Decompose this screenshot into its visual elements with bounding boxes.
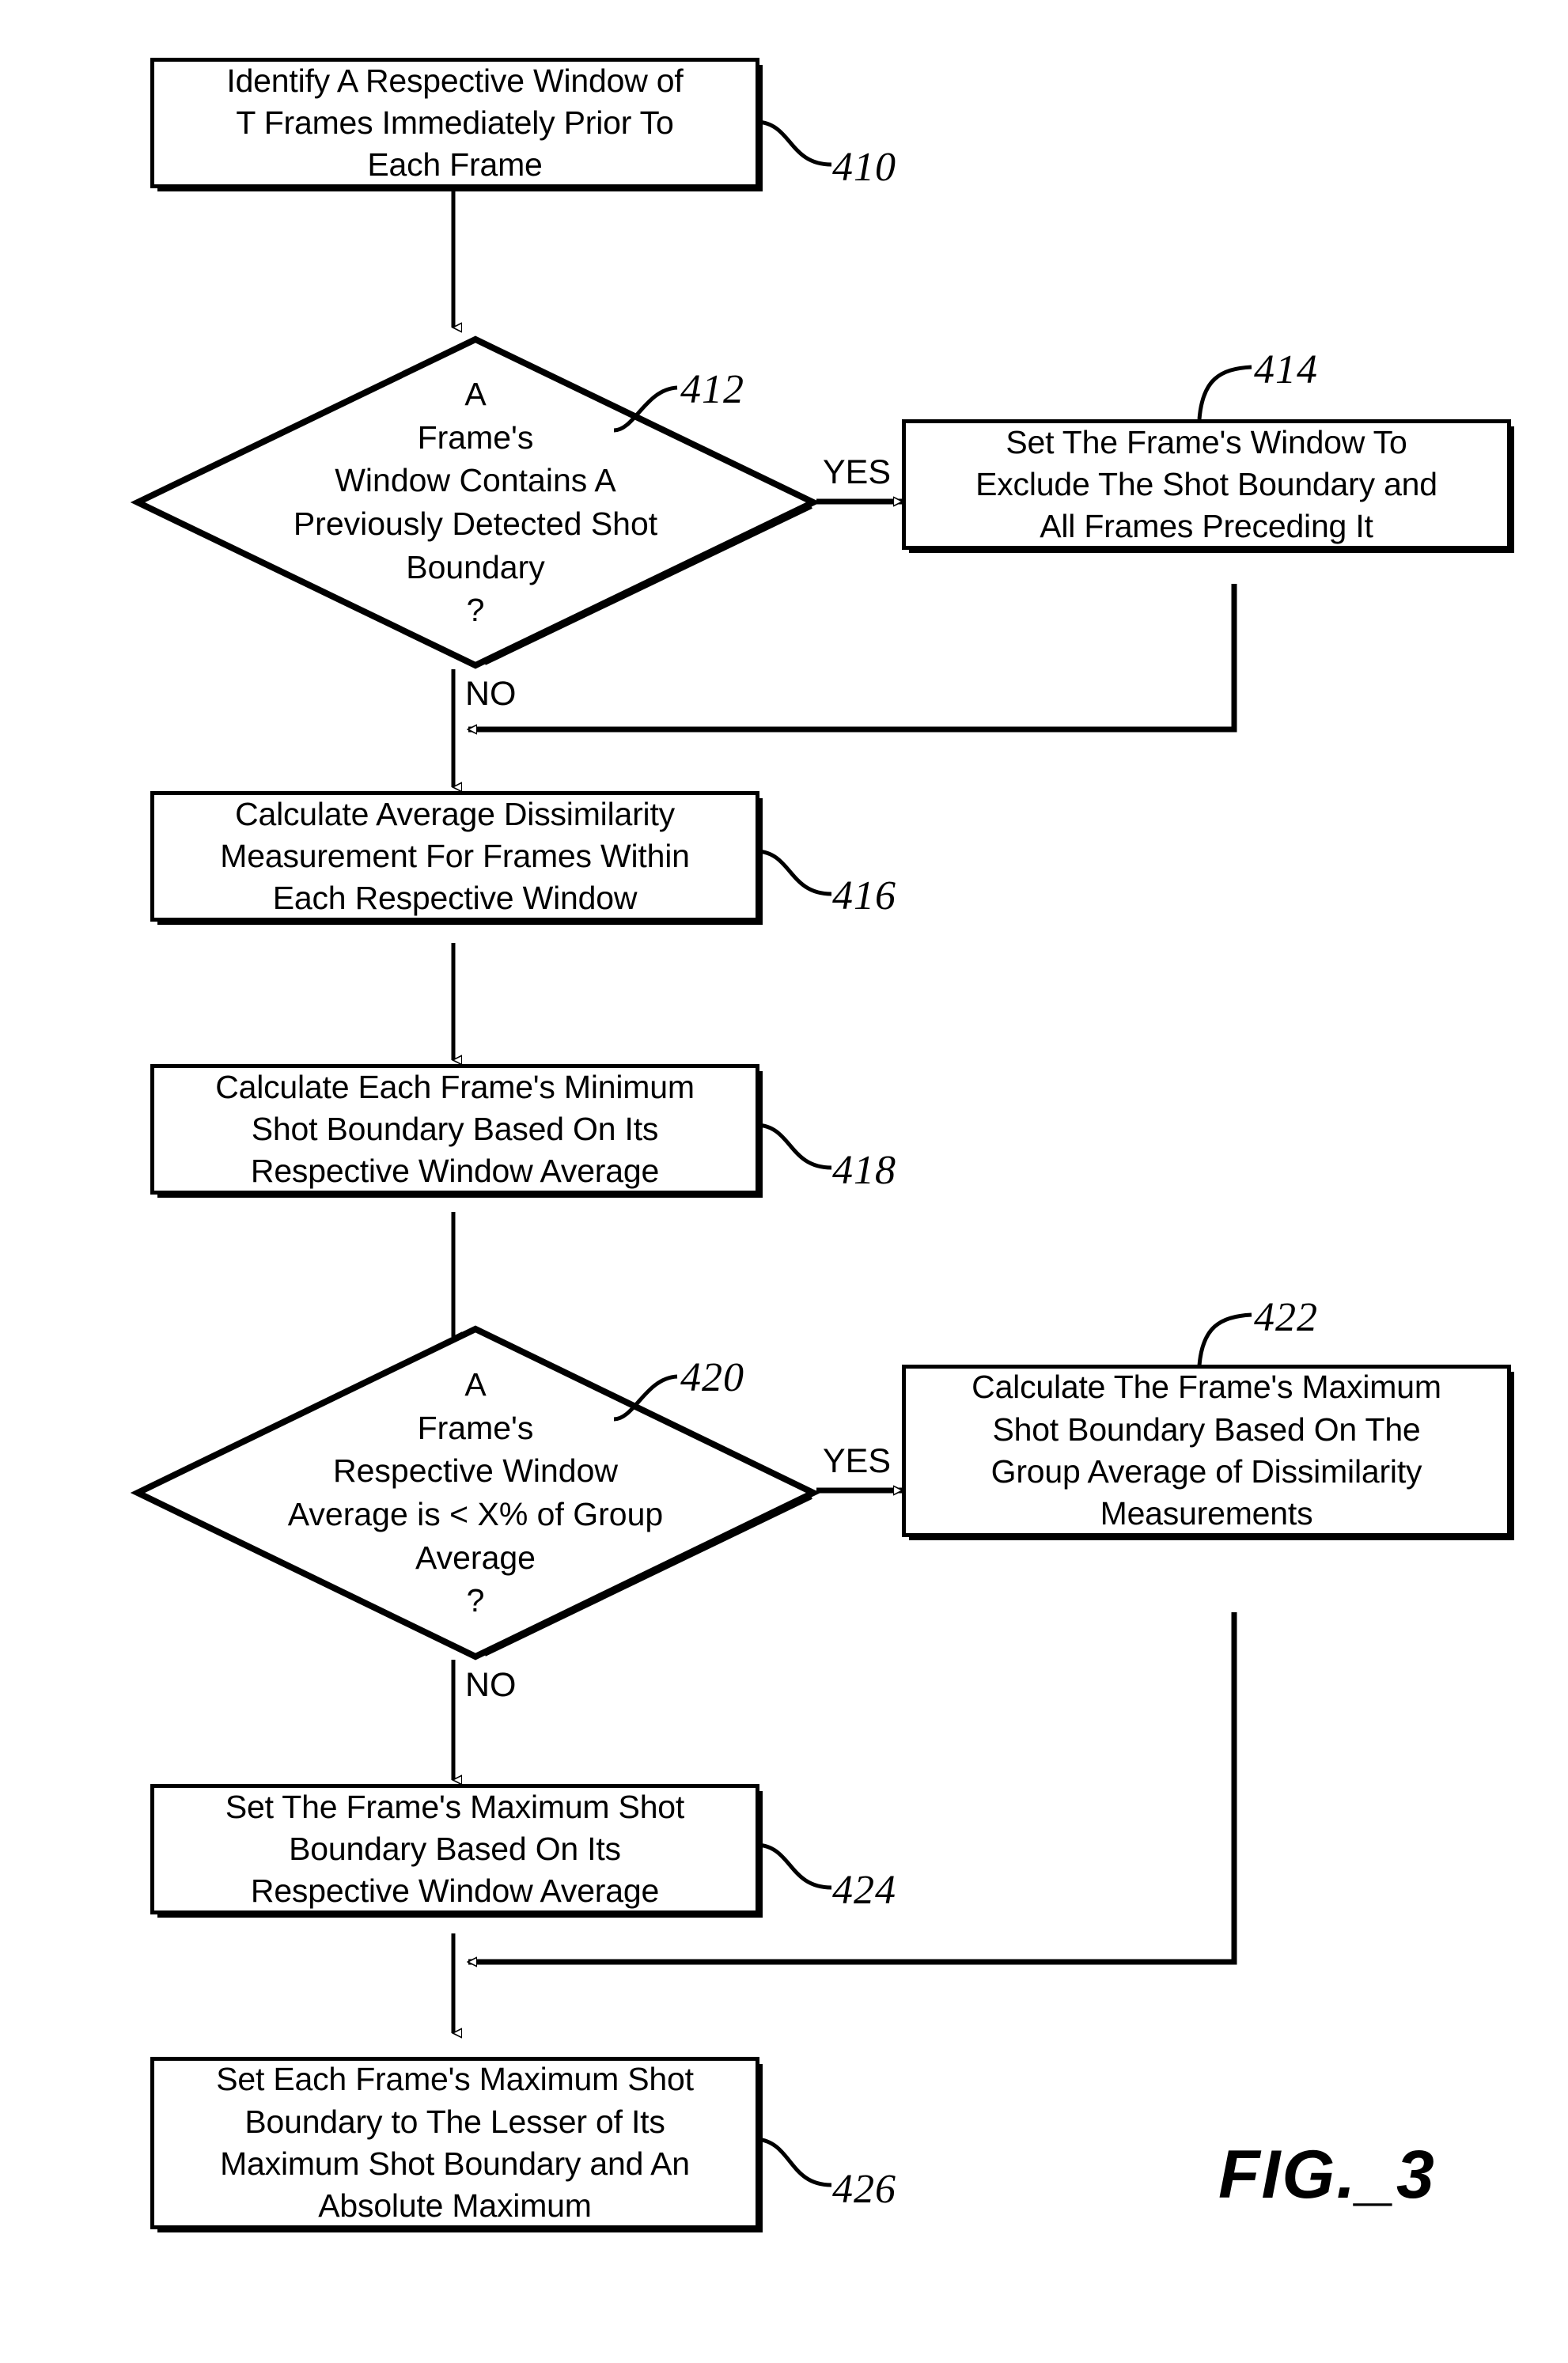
node-416-text: Calculate Average Dissimilarity Measurem… xyxy=(220,795,690,917)
leader-line-416 xyxy=(756,849,832,896)
leader-line-418 xyxy=(756,1123,832,1170)
leader-line-412 xyxy=(613,385,678,433)
edge-label-no-412: NO xyxy=(465,675,517,713)
edge-label-no-420: NO xyxy=(465,1666,517,1704)
process-node-416: Calculate Average Dissimilarity Measurem… xyxy=(150,791,763,925)
leader-line-424 xyxy=(756,1842,832,1890)
node-418-text: Calculate Each Frame's Minimum Shot Boun… xyxy=(215,1068,695,1190)
node-422-text: Calculate The Frame's Maximum Shot Bound… xyxy=(971,1369,1441,1532)
process-node-410: Identify A Respective Window of T Frames… xyxy=(150,58,763,191)
node-426-text: Set Each Frame's Maximum Shot Boundary t… xyxy=(216,2061,694,2225)
node-410-text: Identify A Respective Window of T Frames… xyxy=(226,62,684,184)
process-node-422: Calculate The Frame's Maximum Shot Bound… xyxy=(902,1365,1514,1540)
process-node-418: Calculate Each Frame's Minimum Shot Boun… xyxy=(150,1064,763,1198)
process-node-414: Set The Frame's Window To Exclude The Sh… xyxy=(902,419,1514,553)
process-node-426: Set Each Frame's Maximum Shot Boundary t… xyxy=(150,2057,763,2232)
node-424-text: Set The Frame's Maximum Shot Boundary Ba… xyxy=(225,1788,685,1910)
leader-line-426 xyxy=(756,2137,832,2187)
patent-figure: Identify A Respective Window of T Frames… xyxy=(0,0,1568,2363)
process-node-424: Set The Frame's Maximum Shot Boundary Ba… xyxy=(150,1784,763,1918)
edge-label-yes-412: YES xyxy=(823,453,892,491)
node-414-text: Set The Frame's Window To Exclude The Sh… xyxy=(975,423,1437,545)
leader-line-422 xyxy=(1197,1312,1252,1366)
leader-line-410 xyxy=(756,119,832,167)
leader-line-414 xyxy=(1197,365,1252,420)
edge-label-yes-420: YES xyxy=(823,1442,892,1480)
leader-line-420 xyxy=(613,1374,678,1422)
figure-caption: FIG._3 xyxy=(1218,2137,1436,2213)
